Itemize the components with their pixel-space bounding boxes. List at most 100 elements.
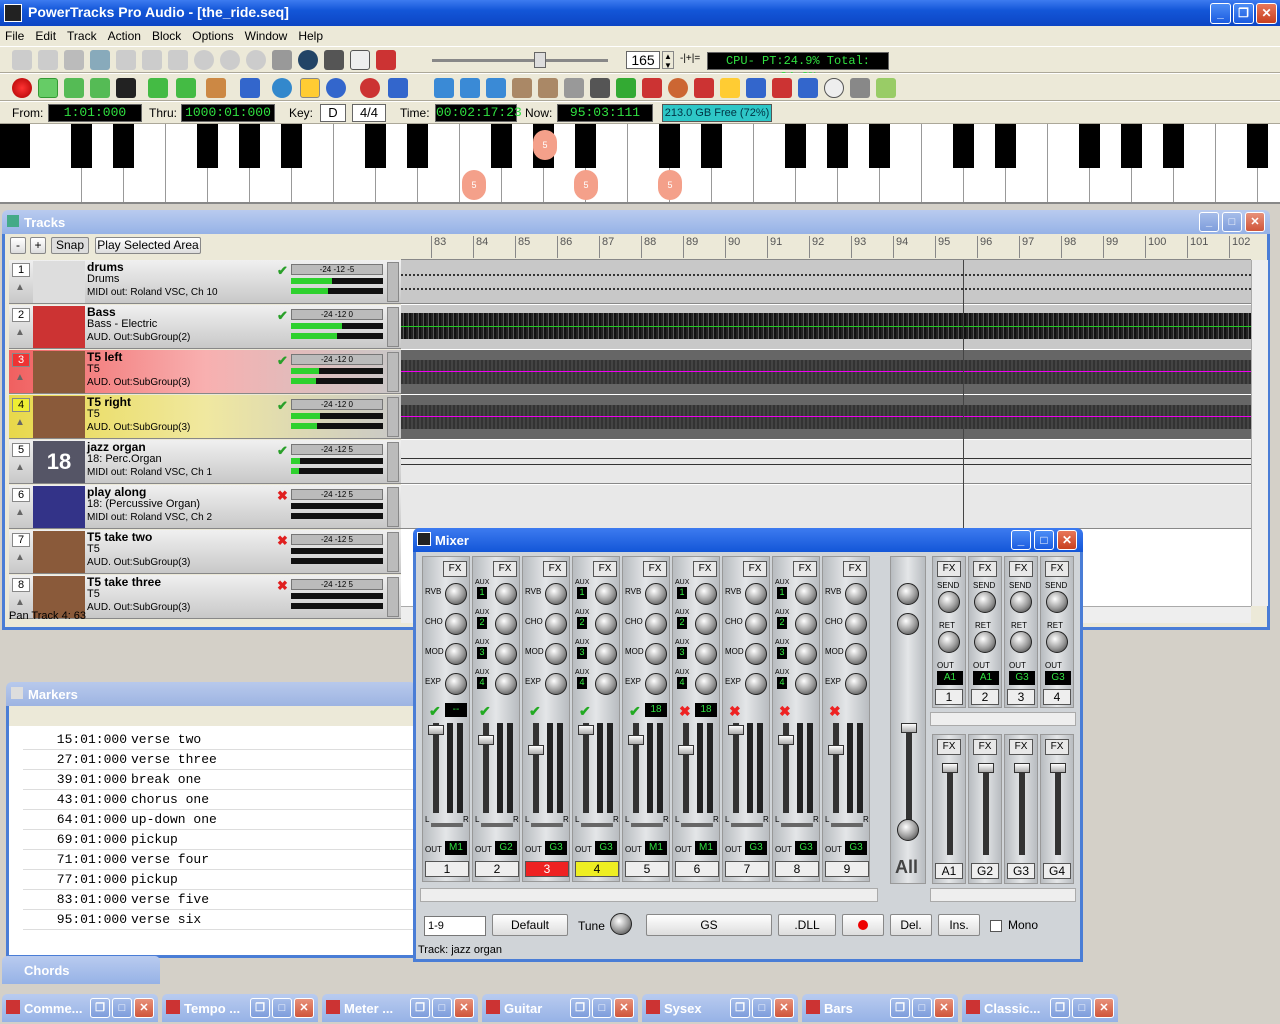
track-row[interactable]: 3 ▲ T5 left T5 AUD. Out:SubGroup(3) ✔ -24 -12 …	[9, 350, 403, 394]
marker-time[interactable]: 43:01:000	[23, 790, 127, 810]
t5-right-lane[interactable]	[401, 395, 1251, 439]
channel-fader[interactable]	[683, 723, 689, 813]
send-output[interactable]: A1	[937, 671, 963, 685]
aux-number[interactable]: 2	[777, 617, 787, 629]
fader-cap[interactable]	[528, 745, 544, 755]
zoom-out-button[interactable]: -	[10, 237, 26, 254]
close-icon[interactable]: ✕	[294, 998, 314, 1018]
group-label[interactable]: G2	[971, 863, 999, 879]
fx-button[interactable]: FX	[443, 561, 467, 577]
track-output[interactable]: AUD. Out:SubGroup(2)	[87, 332, 190, 343]
bass-lane[interactable]	[401, 305, 1251, 349]
channel-enable-check[interactable]: ✖	[729, 703, 741, 720]
marker-name[interactable]: verse six	[131, 910, 201, 930]
mixer-knob[interactable]	[545, 673, 567, 695]
fx-button[interactable]: FX	[643, 561, 667, 577]
print-icon[interactable]	[272, 50, 292, 70]
aux-number[interactable]: 1	[777, 587, 787, 599]
channel-output[interactable]: G3	[545, 841, 567, 855]
mixer-knob[interactable]	[445, 643, 467, 665]
aux-number[interactable]: 4	[577, 677, 587, 689]
tempo-spinner[interactable]: ▲ ▼	[662, 51, 674, 70]
restore-icon[interactable]: ❐	[90, 998, 110, 1018]
menu-action[interactable]: Action	[103, 26, 147, 43]
midi-out-icon[interactable]	[876, 78, 896, 98]
maximize-icon[interactable]: □	[912, 998, 932, 1018]
mixer-knob[interactable]	[445, 583, 467, 605]
pan-slider[interactable]	[831, 823, 863, 827]
close-icon[interactable]: ✕	[1057, 530, 1077, 550]
fx-button[interactable]: FX	[743, 561, 767, 577]
restore-icon[interactable]: ❐	[1233, 3, 1254, 24]
close-icon[interactable]: ✕	[774, 998, 794, 1018]
mixer-knob[interactable]	[545, 583, 567, 605]
pan-slider[interactable]	[581, 823, 613, 827]
mixer-channel-scrollbar[interactable]	[420, 888, 878, 902]
fx-button[interactable]: FX	[793, 561, 817, 577]
minimized-window[interactable]: Tempo ... ❐ □ ✕	[162, 994, 318, 1022]
master-pan-knob[interactable]	[897, 819, 919, 841]
notation-icon[interactable]	[772, 78, 792, 98]
channel-output[interactable]: G3	[845, 841, 867, 855]
aux-number[interactable]: 3	[477, 647, 487, 659]
black-key[interactable]	[953, 124, 974, 168]
restore-icon[interactable]: ❐	[570, 998, 590, 1018]
marker-row[interactable]: 77:01:000 pickup	[23, 870, 419, 890]
search-icon[interactable]	[324, 50, 344, 70]
minimized-window[interactable]: Bars ❐ □ ✕	[802, 994, 958, 1022]
marker-name[interactable]: verse five	[131, 890, 209, 910]
channel-number[interactable]: 5	[625, 861, 669, 877]
chords-minimized[interactable]: Chords	[2, 956, 160, 984]
forward-icon[interactable]	[176, 78, 196, 98]
maximize-icon[interactable]: □	[112, 998, 132, 1018]
menu-file[interactable]: File	[0, 26, 30, 43]
midi-icon[interactable]	[376, 50, 396, 70]
from-field[interactable]: 1:01:000	[48, 104, 142, 122]
track-arm-icon[interactable]: ▲	[15, 372, 25, 383]
channel-number[interactable]: 3	[525, 861, 569, 877]
minimize-icon[interactable]: _	[1011, 530, 1031, 550]
mixer-knob[interactable]	[745, 583, 767, 605]
paste-icon[interactable]	[168, 50, 188, 70]
fx-button[interactable]: FX	[973, 561, 997, 577]
aux-number[interactable]: 2	[677, 617, 687, 629]
dll-button[interactable]: .DLL	[778, 914, 836, 936]
fx-button[interactable]: FX	[973, 739, 997, 755]
channel-output[interactable]: G2	[495, 841, 517, 855]
range-select[interactable]: 1-9	[424, 916, 486, 936]
all-label[interactable]: All	[895, 857, 918, 878]
channel-output[interactable]: M1	[645, 841, 667, 855]
maximize-icon[interactable]: □	[752, 998, 772, 1018]
maximize-icon[interactable]: □	[592, 998, 612, 1018]
fader-cap[interactable]	[678, 745, 694, 755]
track-enable-check[interactable]: ✔	[277, 308, 288, 324]
restore-icon[interactable]: ❐	[410, 998, 430, 1018]
fader-cap[interactable]	[1050, 763, 1066, 773]
fx-button[interactable]: FX	[937, 561, 961, 577]
master-fader[interactable]	[906, 727, 912, 827]
marker-row[interactable]: 64:01:000 up-down one	[23, 810, 419, 830]
black-key[interactable]	[785, 124, 806, 168]
marker-name[interactable]: verse two	[131, 730, 201, 750]
track-arm-icon[interactable]: ▲	[15, 417, 25, 428]
track-output[interactable]: AUD. Out:SubGroup(3)	[87, 422, 190, 433]
marker-name[interactable]: pickup	[131, 830, 178, 850]
open-icon[interactable]	[38, 50, 58, 70]
track-row[interactable]: 5 ▲ 18 jazz organ 18: Perc.Organ MIDI out: Ro…	[9, 440, 403, 484]
track-arm-icon[interactable]: ▲	[15, 507, 25, 518]
track-name[interactable]: Bass	[87, 305, 116, 319]
return-knob[interactable]	[938, 631, 960, 653]
layers-icon[interactable]	[388, 78, 408, 98]
punch-icon[interactable]	[360, 78, 380, 98]
jazz-organ-lane[interactable]	[401, 440, 1251, 484]
pan-slider[interactable]	[781, 823, 813, 827]
tune-knob[interactable]	[610, 913, 632, 935]
track-name[interactable]: T5 left	[87, 350, 122, 364]
thru-field[interactable]: 1000:01:000	[181, 104, 275, 122]
maximize-icon[interactable]: □	[272, 998, 292, 1018]
menu-edit[interactable]: Edit	[30, 26, 62, 43]
track-number[interactable]: 7	[12, 533, 30, 547]
cut-icon[interactable]	[116, 50, 136, 70]
group-label[interactable]: G4	[1043, 863, 1071, 879]
mixer-knob[interactable]	[845, 583, 867, 605]
